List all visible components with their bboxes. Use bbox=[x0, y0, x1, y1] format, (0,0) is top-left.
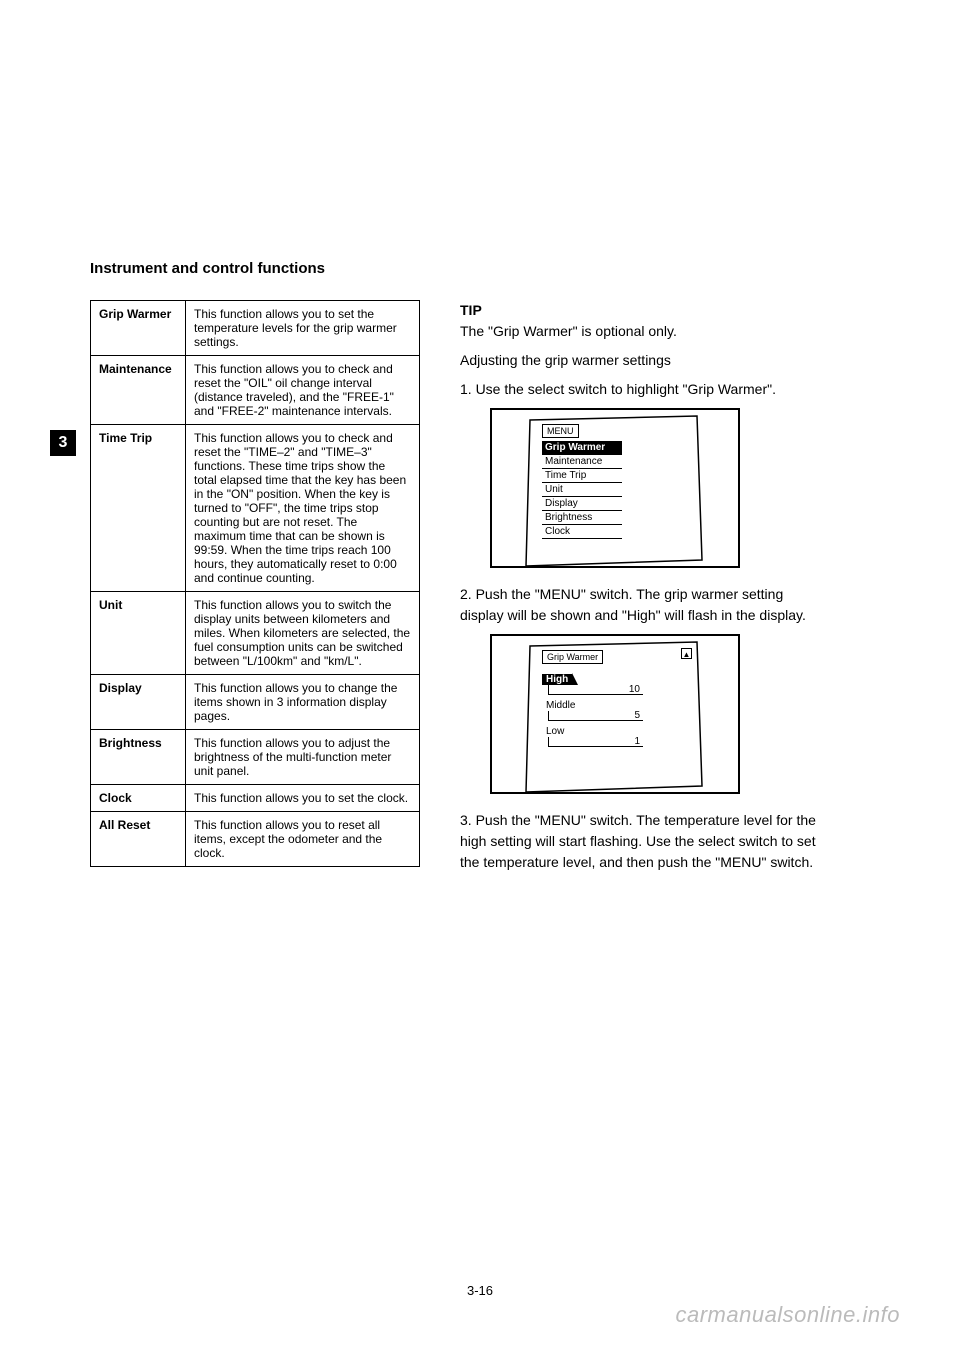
up-arrow-icon: ▲ bbox=[681, 648, 692, 659]
setting-name: Unit bbox=[91, 592, 186, 675]
menu-item: Unit bbox=[542, 483, 622, 497]
tip-block: TIP The "Grip Warmer" is optional only. bbox=[460, 300, 820, 342]
grip-level-name: High bbox=[542, 674, 572, 685]
step-1: 1. Use the select switch to highlight "G… bbox=[460, 379, 820, 400]
setting-desc: This function allows you to reset all it… bbox=[186, 812, 420, 867]
grip-level-value: 10 bbox=[548, 685, 643, 695]
header-title: Instrument and control functions bbox=[90, 260, 325, 277]
tip-text: The "Grip Warmer" is optional only. bbox=[460, 323, 677, 339]
table-row: Time TripThis function allows you to che… bbox=[91, 425, 420, 592]
setting-name: Maintenance bbox=[91, 356, 186, 425]
menu-lcd: MENU Grip WarmerMaintenanceTime TripUnit… bbox=[542, 422, 692, 539]
setting-name: Display bbox=[91, 675, 186, 730]
page-header: Instrument and control functions bbox=[90, 260, 870, 277]
grip-level-value: 5 bbox=[548, 711, 643, 721]
menu-item: Brightness bbox=[542, 511, 622, 525]
grip-level-name: Middle bbox=[542, 700, 579, 711]
setting-name: All Reset bbox=[91, 812, 186, 867]
table-row: All ResetThis function allows you to res… bbox=[91, 812, 420, 867]
setting-desc: This function allows you to switch the d… bbox=[186, 592, 420, 675]
menu-figure: MENU Grip WarmerMaintenanceTime TripUnit… bbox=[490, 408, 740, 568]
grip-level: High10 bbox=[542, 673, 692, 695]
setting-desc: This function allows you to set the cloc… bbox=[186, 785, 420, 812]
grip-lcd: Grip Warmer ▲ High10 Middle5 Low1 bbox=[542, 648, 692, 747]
table-row: UnitThis function allows you to switch t… bbox=[91, 592, 420, 675]
setting-name: Clock bbox=[91, 785, 186, 812]
setting-desc: This function allows you to adjust the b… bbox=[186, 730, 420, 785]
menu-item: Clock bbox=[542, 525, 622, 539]
setting-name: Grip Warmer bbox=[91, 301, 186, 356]
page-content: 3 Grip WarmerThis function allows you to… bbox=[0, 0, 960, 941]
left-column: 3 Grip WarmerThis function allows you to… bbox=[90, 300, 420, 881]
setting-name: Brightness bbox=[91, 730, 186, 785]
menu-item: Maintenance bbox=[542, 455, 622, 469]
grip-level-name: Low bbox=[542, 726, 568, 737]
table-row: Grip WarmerThis function allows you to s… bbox=[91, 301, 420, 356]
watermark: carmanualsonline.info bbox=[675, 1302, 900, 1328]
page-number: 3-16 bbox=[0, 1283, 960, 1298]
menu-item: Display bbox=[542, 497, 622, 511]
grip-figure: Grip Warmer ▲ High10 Middle5 Low1 bbox=[490, 634, 740, 794]
step-3: 3. Push the "MENU" switch. The temperatu… bbox=[460, 810, 820, 873]
setting-name: Time Trip bbox=[91, 425, 186, 592]
table-row: MaintenanceThis function allows you to c… bbox=[91, 356, 420, 425]
setting-desc: This function allows you to change the i… bbox=[186, 675, 420, 730]
table-row: DisplayThis function allows you to chang… bbox=[91, 675, 420, 730]
step-2: 2. Push the "MENU" switch. The grip warm… bbox=[460, 584, 820, 626]
grip-title-label: Grip Warmer bbox=[542, 650, 603, 664]
grip-level: Middle5 bbox=[542, 699, 692, 721]
menu-item: Grip Warmer bbox=[542, 441, 622, 455]
setting-desc: This function allows you to check and re… bbox=[186, 425, 420, 592]
menu-title-label: MENU bbox=[542, 424, 579, 438]
menu-item: Time Trip bbox=[542, 469, 622, 483]
settings-table: Grip WarmerThis function allows you to s… bbox=[90, 300, 420, 867]
section-tab: 3 bbox=[50, 430, 76, 456]
grip-level-value: 1 bbox=[548, 737, 643, 747]
para-adjust-title: Adjusting the grip warmer settings bbox=[460, 350, 820, 371]
setting-desc: This function allows you to check and re… bbox=[186, 356, 420, 425]
grip-level: Low1 bbox=[542, 725, 692, 747]
table-row: BrightnessThis function allows you to ad… bbox=[91, 730, 420, 785]
right-column: TIP The "Grip Warmer" is optional only. … bbox=[460, 300, 820, 881]
setting-desc: This function allows you to set the temp… bbox=[186, 301, 420, 356]
table-row: ClockThis function allows you to set the… bbox=[91, 785, 420, 812]
section-number: 3 bbox=[59, 434, 68, 452]
tip-label: TIP bbox=[460, 302, 482, 318]
